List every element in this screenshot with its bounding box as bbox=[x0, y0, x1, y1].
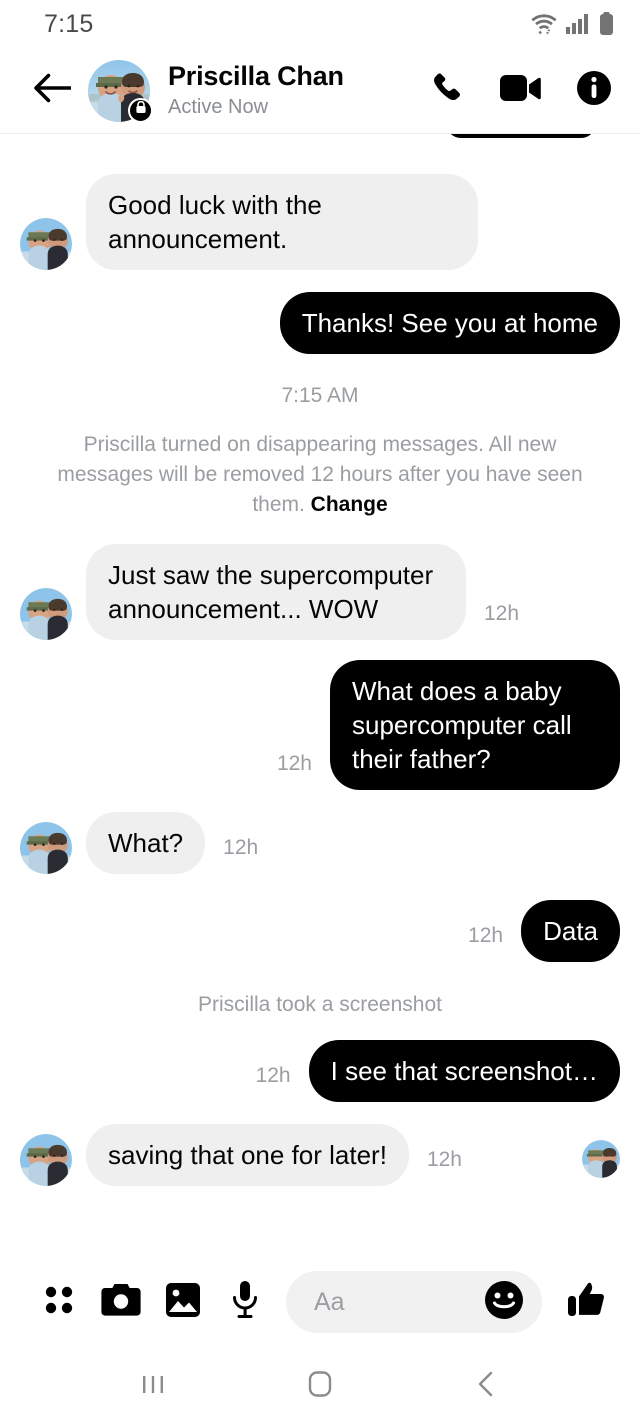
disappearing-messages-notice: Priscilla turned on disappearing message… bbox=[20, 414, 620, 519]
message-bubble[interactable]: Just saw the supercomputer announcement.… bbox=[86, 543, 466, 640]
android-navigation-bar bbox=[0, 1350, 640, 1422]
message-bubble[interactable]: Good luck with the announcement. bbox=[86, 174, 478, 271]
message-timestamp: 12h bbox=[468, 923, 504, 947]
header-actions bbox=[430, 70, 618, 111]
messenger-conversation-screen: 7:15 Priscilla Chan Active Now Good luck… bbox=[0, 0, 640, 1422]
message-input-text[interactable]: Aa bbox=[314, 1288, 482, 1317]
partial-message-bubble-above bbox=[446, 134, 596, 138]
lock-icon bbox=[135, 100, 147, 119]
camera-button[interactable] bbox=[90, 1271, 152, 1333]
time-divider: 7:15 AM bbox=[281, 384, 359, 408]
message-row[interactable]: 12h I see that screenshot… bbox=[20, 1039, 620, 1102]
message-row[interactable]: 12h Data bbox=[20, 899, 620, 962]
message-bubble[interactable]: I see that screenshot… bbox=[308, 1039, 620, 1102]
contact-avatar[interactable] bbox=[88, 59, 153, 123]
voice-call-button[interactable] bbox=[430, 70, 466, 111]
status-bar: 7:15 bbox=[0, 0, 640, 48]
contact-name: Priscilla Chan bbox=[168, 61, 344, 92]
video-camera-icon bbox=[500, 73, 542, 108]
change-link[interactable]: Change bbox=[311, 493, 388, 516]
home-square-icon bbox=[306, 1370, 334, 1403]
back-button-nav[interactable] bbox=[447, 1350, 527, 1422]
status-bar-clock: 7:15 bbox=[44, 9, 94, 38]
message-timestamp: 12h bbox=[255, 1063, 291, 1087]
recents-bars-icon bbox=[140, 1371, 166, 1402]
more-apps-button[interactable] bbox=[28, 1271, 90, 1333]
message-timestamp: 12h bbox=[276, 751, 312, 775]
presence-status: Active Now bbox=[168, 95, 269, 118]
info-icon bbox=[576, 70, 612, 111]
conversation-header: Priscilla Chan Active Now bbox=[0, 48, 640, 134]
voice-record-button[interactable] bbox=[214, 1271, 276, 1333]
gallery-button[interactable] bbox=[152, 1271, 214, 1333]
status-bar-icons bbox=[531, 12, 614, 36]
message-input[interactable]: Aa bbox=[286, 1271, 542, 1333]
back-chevron-icon bbox=[475, 1370, 499, 1403]
smiley-face-icon bbox=[484, 1280, 524, 1325]
seen-by-avatar bbox=[582, 1139, 620, 1178]
message-bubble[interactable]: Thanks! See you at home bbox=[279, 292, 620, 355]
message-bubble[interactable]: saving that one for later! bbox=[86, 1123, 409, 1186]
message-row[interactable]: 12h What does a baby supercomputer call … bbox=[20, 659, 620, 790]
home-button[interactable] bbox=[280, 1350, 360, 1422]
lock-badge bbox=[128, 97, 153, 123]
conversation-info-button[interactable] bbox=[576, 70, 612, 111]
message-composer: Aa bbox=[0, 1254, 640, 1350]
message-row[interactable]: Good luck with the announcement. bbox=[20, 174, 620, 271]
emoji-button[interactable] bbox=[482, 1280, 526, 1324]
screenshot-notice: Priscilla took a screenshot bbox=[198, 992, 442, 1016]
like-button[interactable] bbox=[558, 1273, 616, 1331]
contact-info[interactable]: Priscilla Chan Active Now bbox=[168, 61, 430, 119]
message-bubble[interactable]: What? bbox=[86, 811, 206, 874]
back-arrow-icon bbox=[33, 72, 72, 109]
four-dots-icon bbox=[42, 1283, 76, 1322]
message-row[interactable]: Just saw the supercomputer announcement.… bbox=[20, 543, 620, 640]
avatar bbox=[20, 1133, 72, 1186]
avatar bbox=[20, 587, 72, 640]
message-timestamp: 12h bbox=[484, 601, 520, 625]
wifi-icon bbox=[531, 13, 557, 35]
message-row[interactable]: saving that one for later! 12h bbox=[20, 1123, 620, 1186]
cellular-signal-icon bbox=[566, 13, 590, 35]
message-bubble[interactable]: What does a baby supercomputer call thei… bbox=[330, 659, 620, 790]
avatar bbox=[20, 218, 72, 271]
message-timestamp: 12h bbox=[223, 835, 259, 859]
back-button[interactable] bbox=[26, 65, 78, 117]
image-icon bbox=[165, 1282, 201, 1323]
thumbs-up-icon bbox=[568, 1281, 606, 1324]
microphone-icon bbox=[232, 1280, 258, 1324]
recents-button[interactable] bbox=[113, 1350, 193, 1422]
message-bubble[interactable]: Data bbox=[521, 899, 620, 962]
message-row[interactable]: Thanks! See you at home bbox=[20, 292, 620, 355]
video-call-button[interactable] bbox=[500, 73, 542, 108]
message-row[interactable]: What? 12h bbox=[20, 811, 620, 874]
camera-icon bbox=[101, 1283, 141, 1322]
message-timestamp: 12h bbox=[426, 1147, 462, 1171]
phone-icon bbox=[430, 70, 466, 111]
battery-icon bbox=[599, 12, 614, 36]
avatar bbox=[20, 821, 72, 874]
message-thread[interactable]: Good luck with the announcement. Thanks!… bbox=[0, 134, 640, 1254]
